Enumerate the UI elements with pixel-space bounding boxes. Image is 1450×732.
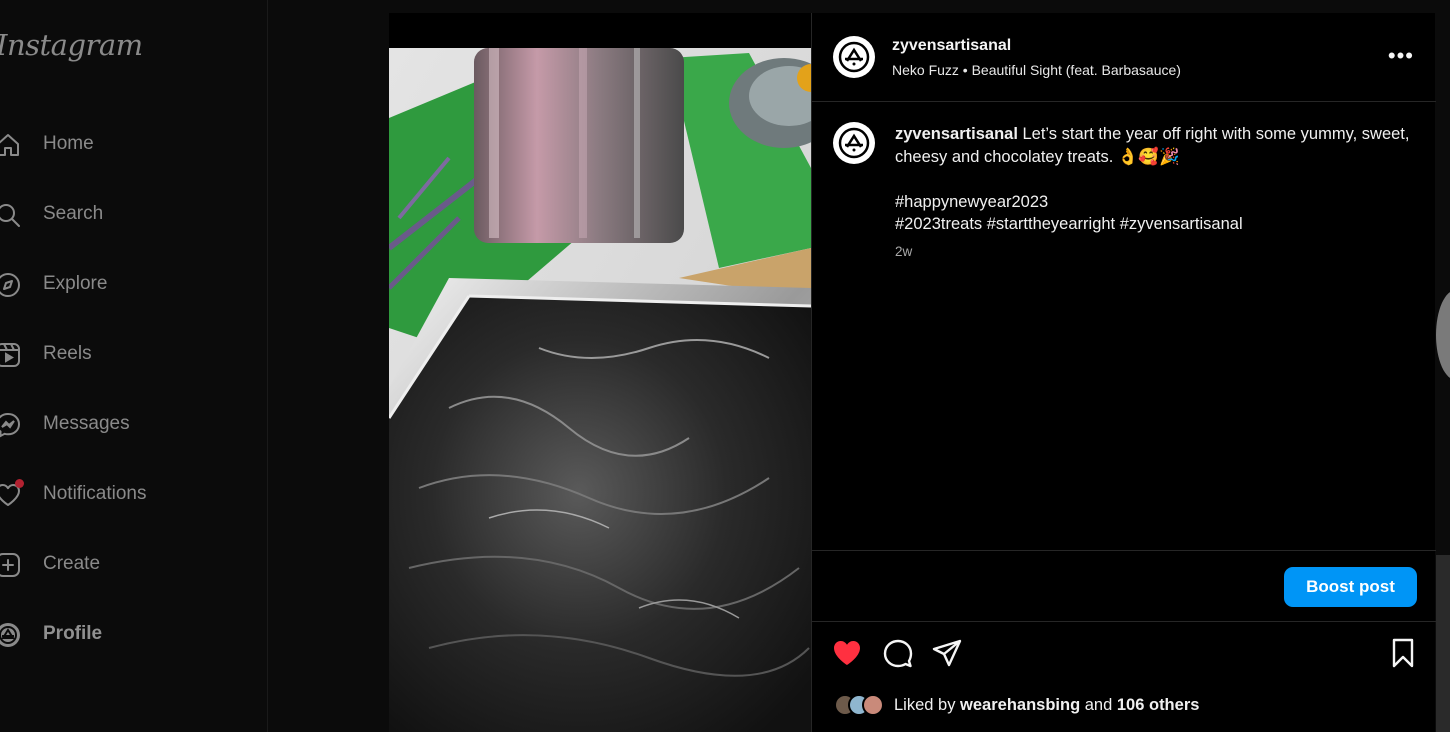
save-button[interactable]: [1387, 637, 1419, 669]
caption-hashtags-2[interactable]: #2023treats #starttheyearright #zyvensar…: [895, 215, 1243, 233]
boost-post-button[interactable]: Boost post: [1284, 567, 1417, 607]
post-caption: zyvensartisanal Let’s start the year off…: [895, 123, 1415, 236]
plus-square-icon: [0, 551, 22, 579]
sidebar-item-label: Reels: [43, 343, 92, 364]
photo-letterbox: [389, 13, 811, 48]
post-photo[interactable]: [389, 48, 811, 732]
post-photo-illustration: [389, 48, 811, 732]
sidebar-item-label: Messages: [43, 413, 130, 434]
boost-section: Boost post: [812, 550, 1436, 622]
home-icon: [0, 131, 22, 159]
sidebar-item-label: Home: [43, 133, 94, 154]
comment-icon: [883, 639, 913, 668]
compass-icon: [0, 271, 22, 299]
sidebar-item-home[interactable]: Home: [0, 124, 250, 164]
sidebar-item-messages[interactable]: Messages: [0, 404, 250, 444]
sidebar-item-label: Create: [43, 553, 101, 574]
heart-filled-icon: [834, 641, 860, 665]
likes-prefix: Liked by: [894, 695, 961, 714]
search-icon: [0, 201, 22, 229]
notification-dot: [15, 479, 24, 488]
caption-hashtags-1[interactable]: #happynewyear2023: [895, 193, 1048, 211]
caption-username[interactable]: zyvensartisanal: [895, 125, 1018, 143]
sidebar-item-label: Explore: [43, 273, 108, 294]
sidebar-item-label: Profile: [43, 623, 103, 644]
like-button[interactable]: [831, 637, 863, 669]
messenger-icon: [0, 411, 22, 439]
sidebar-item-reels[interactable]: Reels: [0, 334, 250, 374]
sidebar-item-label: Notifications: [43, 483, 147, 504]
likes-others[interactable]: 106 others: [1117, 696, 1200, 714]
sidebar-item-explore[interactable]: Explore: [0, 264, 250, 304]
author-username[interactable]: zyvensartisanal: [892, 37, 1011, 55]
comment-button[interactable]: [882, 637, 914, 669]
profile-avatar-icon: [0, 621, 22, 649]
bookmark-icon: [1392, 638, 1414, 668]
more-options-button[interactable]: •••: [1388, 43, 1414, 69]
audio-track[interactable]: Neko Fuzz • Beautiful Sight (feat. Barba…: [892, 62, 1181, 78]
zyvens-logo-icon: [838, 41, 870, 73]
sidebar-item-profile[interactable]: Profile: [0, 614, 250, 654]
instagram-logo[interactable]: Instagram: [0, 28, 143, 62]
likes-and: and: [1080, 695, 1117, 714]
caption-avatar[interactable]: [833, 122, 875, 164]
sidebar-item-create[interactable]: Create: [0, 544, 250, 584]
sidebar-item-search[interactable]: Search: [0, 194, 250, 234]
send-icon: [932, 639, 962, 667]
reels-icon: [0, 341, 22, 369]
post-time[interactable]: 2w: [895, 244, 912, 259]
likes-user[interactable]: wearehansbing: [960, 696, 1080, 714]
likes-summary: Liked by wearehansbing and 106 others: [834, 691, 1199, 719]
post-header: zyvensartisanal Neko Fuzz • Beautiful Si…: [812, 13, 1436, 102]
liker-avatar[interactable]: [862, 694, 884, 716]
post-detail-panel: zyvensartisanal Neko Fuzz • Beautiful Si…: [811, 13, 1436, 732]
next-post-peek-strip: [1436, 555, 1450, 732]
sidebar: Instagram Home Search Explore Reels Mess…: [0, 0, 268, 732]
sidebar-item-label: Search: [43, 203, 104, 224]
post-modal: zyvensartisanal Neko Fuzz • Beautiful Si…: [389, 13, 1436, 732]
sidebar-item-notifications[interactable]: Notifications: [0, 474, 250, 514]
author-avatar[interactable]: [833, 36, 875, 78]
share-button[interactable]: [931, 637, 963, 669]
zyvens-logo-icon: [838, 127, 870, 159]
likes-text[interactable]: Liked by wearehansbing and 106 others: [894, 696, 1199, 715]
